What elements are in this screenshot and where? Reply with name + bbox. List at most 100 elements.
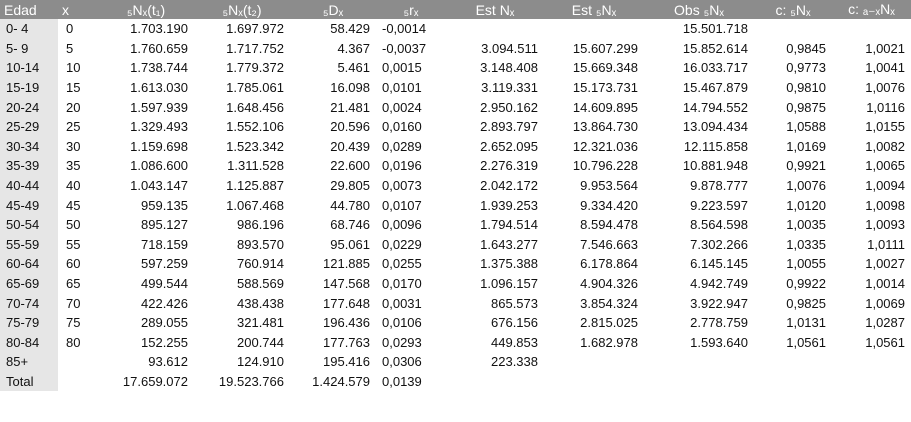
c-5n-cell: 1,0131: [786, 315, 826, 331]
table-row: 5- 9 5 1.760.659 1.717.752 4.367 -0,0037 3.094…: [0, 38, 911, 59]
r-cell: 0,0015: [382, 60, 422, 76]
obs-5n-cell: 15.852.614: [682, 40, 748, 56]
table-row: 0- 4 0 1.703.190 1.697.972 58.429 -0,0014 15.5…: [0, 19, 911, 39]
est-n-cell: 676.156: [491, 315, 538, 331]
obs-5n-cell: 7.302.266: [690, 236, 748, 252]
d-cell: 21.481: [330, 99, 370, 115]
d-cell: 5.461: [337, 60, 370, 76]
c-5n-cell: [754, 372, 832, 392]
c-5n-cell: 0,9825: [786, 295, 826, 311]
header-n-t2: ₅Nₓ(t₂): [194, 0, 290, 19]
age-group-cell: 85+: [0, 352, 58, 372]
table-row: 80-84 80 152.255 200.744 177.763 0,0293 449.85…: [0, 332, 911, 353]
n-t1-cell: 1.760.659: [130, 40, 188, 56]
c-5n-cell: 1,0588: [786, 119, 826, 135]
est-n-cell: 2.652.095: [480, 138, 538, 154]
c-5n-cell: 1,0055: [786, 256, 826, 272]
est-n-cell: 1.643.277: [480, 236, 538, 252]
age-group-cell: 25-29: [0, 116, 58, 137]
c-axn-cell: 1,0098: [865, 197, 905, 213]
r-cell: 0,0293: [382, 334, 422, 350]
x-cell: 5: [66, 40, 74, 56]
est-n-cell: 2.276.319: [480, 158, 538, 174]
table-row: 45-49 45 959.135 1.067.468 44.780 0,0107 1.939…: [0, 195, 911, 215]
n-t1-cell: 895.127: [141, 217, 188, 233]
c-axn-cell: 1,0155: [865, 119, 905, 135]
d-cell: 68.746: [330, 217, 370, 233]
header-edad: Edad: [0, 0, 58, 19]
header-n-t1: ₅Nₓ(t₁): [98, 0, 194, 19]
obs-5n-cell: 10.881.948: [682, 158, 748, 174]
obs-5n-cell: 1.593.640: [690, 334, 748, 350]
d-cell: 58.429: [330, 21, 370, 37]
r-cell: 0,0139: [382, 373, 422, 389]
c-5n-cell: 1,0335: [786, 236, 826, 252]
r-cell: 0,0101: [382, 80, 422, 96]
header-c-5n: c: ₅Nₓ: [754, 0, 832, 19]
c-axn-cell: 1,0076: [865, 80, 905, 96]
c-5n-cell: 0,9773: [786, 60, 826, 76]
x-cell: 20: [66, 99, 81, 115]
n-t1-cell: 17.659.072: [122, 373, 188, 389]
n-t1-cell: 422.426: [141, 295, 188, 311]
c-axn-cell: 1,0093: [865, 217, 905, 233]
n-t2-cell: 1.779.372: [226, 60, 284, 76]
obs-5n-cell: [644, 352, 754, 372]
r-cell: -0,0014: [382, 21, 427, 37]
c-axn-cell: 1,0116: [866, 99, 905, 115]
n-t2-cell: 200.744: [237, 334, 284, 350]
c-axn-cell: [832, 352, 911, 372]
r-cell: 0,0306: [382, 354, 422, 370]
age-group-cell: 40-44: [0, 175, 58, 196]
c-axn-cell: 1,0041: [865, 60, 905, 76]
c-5n-cell: [754, 352, 832, 372]
est-5n-cell: [544, 352, 644, 372]
n-t2-cell: 1.552.106: [226, 119, 284, 135]
age-group-cell: 10-14: [0, 58, 58, 78]
est-n-cell: 3.148.408: [480, 60, 538, 76]
est-5n-cell: 12.321.036: [572, 138, 638, 154]
n-t2-cell: 438.438: [237, 295, 284, 311]
table-row: 55-59 55 718.159 893.570 95.061 0,0229 1.643.2…: [0, 234, 911, 255]
age-group-cell: 45-49: [0, 195, 58, 215]
est-5n-cell: 4.904.326: [580, 276, 638, 292]
table-row: 50-54 50 895.127 986.196 68.746 0,0096 1.794.5…: [0, 214, 911, 235]
x-cell: [58, 372, 98, 392]
c-axn-cell: 1,0082: [865, 138, 905, 154]
data-table: Edad x ₅Nₓ(t₁) ₅Nₓ(t₂) ₅Dₓ ₅rₓ Est Nₓ Est ₅Nₓ Ob…: [0, 0, 911, 392]
age-group-cell: 5- 9: [0, 38, 58, 59]
c-5n-cell: 1,0120: [786, 197, 826, 213]
n-t2-cell: 124.910: [237, 354, 284, 370]
n-t2-cell: 893.570: [237, 236, 284, 252]
c-5n-cell: 0,9921: [786, 158, 826, 174]
est-5n-cell: 7.546.663: [580, 236, 638, 252]
est-n-cell: 223.338: [491, 354, 538, 370]
age-group-cell: 60-64: [0, 254, 58, 274]
r-cell: 0,0229: [382, 236, 422, 252]
table-row: 65-69 65 499.544 588.569 147.568 0,0170 1.096.…: [0, 273, 911, 294]
obs-5n-cell: 13.094.434: [682, 119, 748, 135]
est-5n-cell: 8.594.478: [580, 217, 638, 233]
obs-5n-cell: 15.501.718: [682, 21, 748, 37]
r-cell: -0,0037: [382, 40, 427, 56]
obs-5n-cell: 12.115.858: [683, 138, 748, 154]
est-n-cell: [446, 372, 544, 392]
r-cell: 0,0073: [382, 178, 422, 194]
est-5n-cell: 6.178.864: [580, 256, 638, 272]
est-n-cell: 2.893.797: [480, 119, 538, 135]
n-t1-cell: 1.159.698: [130, 138, 188, 154]
c-axn-cell: 1,0561: [865, 334, 905, 350]
est-5n-cell: 2.815.025: [580, 315, 638, 331]
obs-5n-cell: 3.922.947: [690, 295, 748, 311]
n-t2-cell: 1.067.468: [226, 197, 284, 213]
n-t2-cell: 1.717.752: [226, 40, 284, 56]
est-5n-cell: 9.334.420: [580, 197, 638, 213]
d-cell: 1.424.579: [312, 373, 370, 389]
est-n-cell: 3.094.511: [481, 40, 538, 56]
d-cell: 22.600: [330, 158, 370, 174]
n-t2-cell: 19.523.766: [218, 373, 284, 389]
est-n-cell: 2.950.162: [480, 99, 538, 115]
age-group-cell: 20-24: [0, 97, 58, 117]
c-axn-cell: 1,0027: [865, 256, 905, 272]
d-cell: 29.805: [330, 178, 370, 194]
